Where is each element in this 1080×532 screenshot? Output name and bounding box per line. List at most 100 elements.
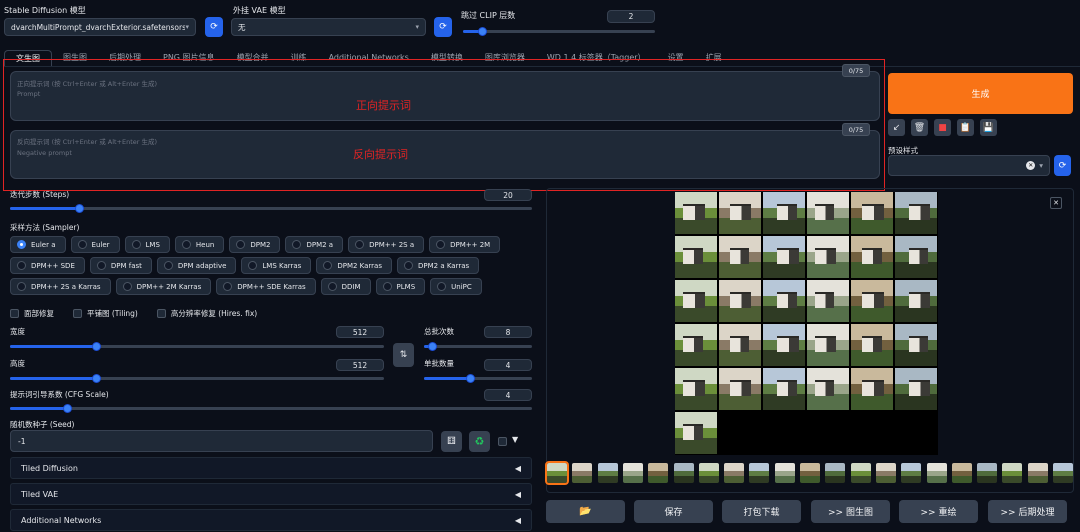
batch-size-number-input[interactable]: 4 bbox=[484, 359, 532, 371]
sampler-option[interactable]: Heun bbox=[174, 236, 225, 253]
accordion-tiled-diffusion[interactable]: Tiled Diffusion ◀ bbox=[10, 457, 532, 479]
grid-image[interactable] bbox=[675, 368, 717, 410]
save-button[interactable]: 保存 bbox=[634, 500, 713, 523]
grid-image[interactable] bbox=[807, 324, 849, 366]
gallery-thumbnail[interactable] bbox=[749, 463, 770, 483]
cfg-slider[interactable] bbox=[10, 404, 532, 413]
gallery-thumbnail[interactable] bbox=[926, 463, 947, 483]
grid-image[interactable] bbox=[675, 236, 717, 278]
steps-number-input[interactable]: 20 bbox=[484, 189, 532, 201]
height-slider[interactable] bbox=[10, 374, 384, 383]
gallery-thumbnail[interactable] bbox=[673, 463, 694, 483]
sampler-option[interactable]: DPM2 bbox=[229, 236, 281, 253]
grid-image[interactable] bbox=[895, 192, 937, 234]
grid-image[interactable] bbox=[675, 280, 717, 322]
reuse-seed-button[interactable]: ♻ bbox=[469, 431, 490, 452]
grid-image[interactable] bbox=[719, 192, 761, 234]
gallery-thumbnail[interactable] bbox=[825, 463, 846, 483]
width-number-input[interactable]: 512 bbox=[336, 326, 384, 338]
batch-count-number-input[interactable]: 8 bbox=[484, 326, 532, 338]
grid-image[interactable] bbox=[763, 368, 805, 410]
grid-image[interactable] bbox=[851, 236, 893, 278]
grid-image[interactable] bbox=[719, 368, 761, 410]
generate-button[interactable]: 生成 bbox=[888, 73, 1073, 114]
open-folder-button[interactable]: 📂 bbox=[546, 500, 625, 523]
grid-image[interactable] bbox=[895, 324, 937, 366]
random-seed-button[interactable]: ⚅ bbox=[441, 431, 462, 452]
send-to-inpaint-button[interactable]: >> 重绘 bbox=[899, 500, 978, 523]
refresh-styles-button[interactable]: ⟳ bbox=[1054, 155, 1071, 176]
image-grid[interactable] bbox=[675, 192, 938, 455]
sampler-option[interactable]: LMS bbox=[124, 236, 170, 253]
gallery-thumbnail[interactable] bbox=[545, 461, 569, 485]
gallery-thumbnail[interactable] bbox=[724, 463, 745, 483]
gallery-thumbnail[interactable] bbox=[622, 463, 643, 483]
vae-select[interactable]: 无 ▾ bbox=[231, 18, 426, 36]
sampler-option[interactable]: LMS Karras bbox=[241, 257, 312, 274]
seed-input[interactable]: -1 bbox=[10, 430, 433, 452]
sampler-option[interactable]: DPM2 Karras bbox=[316, 257, 392, 274]
grid-image[interactable] bbox=[807, 236, 849, 278]
sampler-option[interactable]: DPM++ 2S a bbox=[348, 236, 425, 253]
sampler-option[interactable]: Euler bbox=[70, 236, 120, 253]
sampler-option[interactable]: DPM2 a Karras bbox=[396, 257, 480, 274]
grid-image[interactable] bbox=[763, 324, 805, 366]
grid-image[interactable] bbox=[763, 192, 805, 234]
refresh-vae-button[interactable]: ⟳ bbox=[434, 17, 452, 37]
gallery-thumbnail[interactable] bbox=[977, 463, 998, 483]
clear-icon[interactable]: ✕ bbox=[1026, 161, 1036, 170]
grid-image[interactable] bbox=[807, 368, 849, 410]
sampler-option[interactable]: UniPC bbox=[430, 278, 482, 295]
send-to-extras-button[interactable]: >> 后期处理 bbox=[988, 500, 1067, 523]
cfg-number-input[interactable]: 4 bbox=[484, 389, 532, 401]
gallery-thumbnail[interactable] bbox=[572, 463, 593, 483]
send-to-img2img-button[interactable]: >> 图生图 bbox=[811, 500, 890, 523]
grid-image[interactable] bbox=[851, 324, 893, 366]
steps-slider[interactable] bbox=[10, 204, 532, 213]
apply-style-button[interactable]: 📋 bbox=[957, 119, 974, 136]
grid-image[interactable] bbox=[675, 192, 717, 234]
sampler-option[interactable]: DPM++ SDE Karras bbox=[216, 278, 316, 295]
grid-image[interactable] bbox=[719, 236, 761, 278]
show-extra-networks-button[interactable]: ■ bbox=[934, 119, 951, 136]
gallery-thumbnail[interactable] bbox=[875, 463, 896, 483]
grid-image[interactable] bbox=[895, 368, 937, 410]
sampler-option[interactable]: DPM++ 2S a Karras bbox=[10, 278, 111, 295]
gallery-thumbnail[interactable] bbox=[901, 463, 922, 483]
gallery-thumbnail[interactable] bbox=[1053, 463, 1073, 483]
swap-dimensions-button[interactable]: ⇅ bbox=[393, 343, 414, 367]
gallery-thumbnail[interactable] bbox=[648, 463, 669, 483]
gallery-thumbnail[interactable] bbox=[1027, 463, 1048, 483]
accordion-tiled-vae[interactable]: Tiled VAE ◀ bbox=[10, 483, 532, 505]
clip-slider[interactable] bbox=[463, 27, 655, 36]
read-params-button[interactable]: ↙ bbox=[888, 119, 905, 136]
gallery-thumbnail[interactable] bbox=[800, 463, 820, 483]
grid-image[interactable] bbox=[851, 280, 893, 322]
width-slider[interactable] bbox=[10, 342, 384, 351]
grid-image[interactable] bbox=[851, 192, 893, 234]
grid-image[interactable] bbox=[807, 280, 849, 322]
height-number-input[interactable]: 512 bbox=[336, 359, 384, 371]
grid-image[interactable] bbox=[807, 192, 849, 234]
sampler-option[interactable]: DPM fast bbox=[89, 257, 152, 274]
sampler-option[interactable]: DPM adaptive bbox=[156, 257, 237, 274]
gallery-thumbnail[interactable] bbox=[698, 463, 719, 483]
sampler-option[interactable]: DDIM bbox=[320, 278, 371, 295]
extra-seed-checkbox[interactable] bbox=[498, 437, 507, 446]
grid-image[interactable] bbox=[895, 236, 937, 278]
sampler-option[interactable]: DPM2 a bbox=[285, 236, 344, 253]
grid-image[interactable] bbox=[895, 280, 937, 322]
save-style-button[interactable]: 💾 bbox=[980, 119, 997, 136]
grid-image[interactable] bbox=[763, 280, 805, 322]
styles-select[interactable]: ✕ ▾ bbox=[888, 155, 1050, 176]
sampler-option[interactable]: PLMS bbox=[375, 278, 426, 295]
hires-fix-checkbox[interactable]: 高分辨率修复 (Hires. fix) bbox=[156, 308, 257, 319]
gallery-thumbnail[interactable] bbox=[597, 463, 618, 483]
batch-count-slider[interactable] bbox=[424, 342, 532, 351]
grid-image[interactable] bbox=[719, 280, 761, 322]
gallery-thumbnail[interactable] bbox=[850, 463, 871, 483]
clear-prompt-button[interactable]: 🗑 bbox=[911, 119, 928, 136]
model-select[interactable]: dvarchMultiPrompt_dvarchExterior.safeten… bbox=[4, 18, 196, 36]
tiling-checkbox[interactable]: 平铺图 (Tiling) bbox=[73, 308, 138, 319]
sampler-option[interactable]: DPM++ SDE bbox=[10, 257, 85, 274]
